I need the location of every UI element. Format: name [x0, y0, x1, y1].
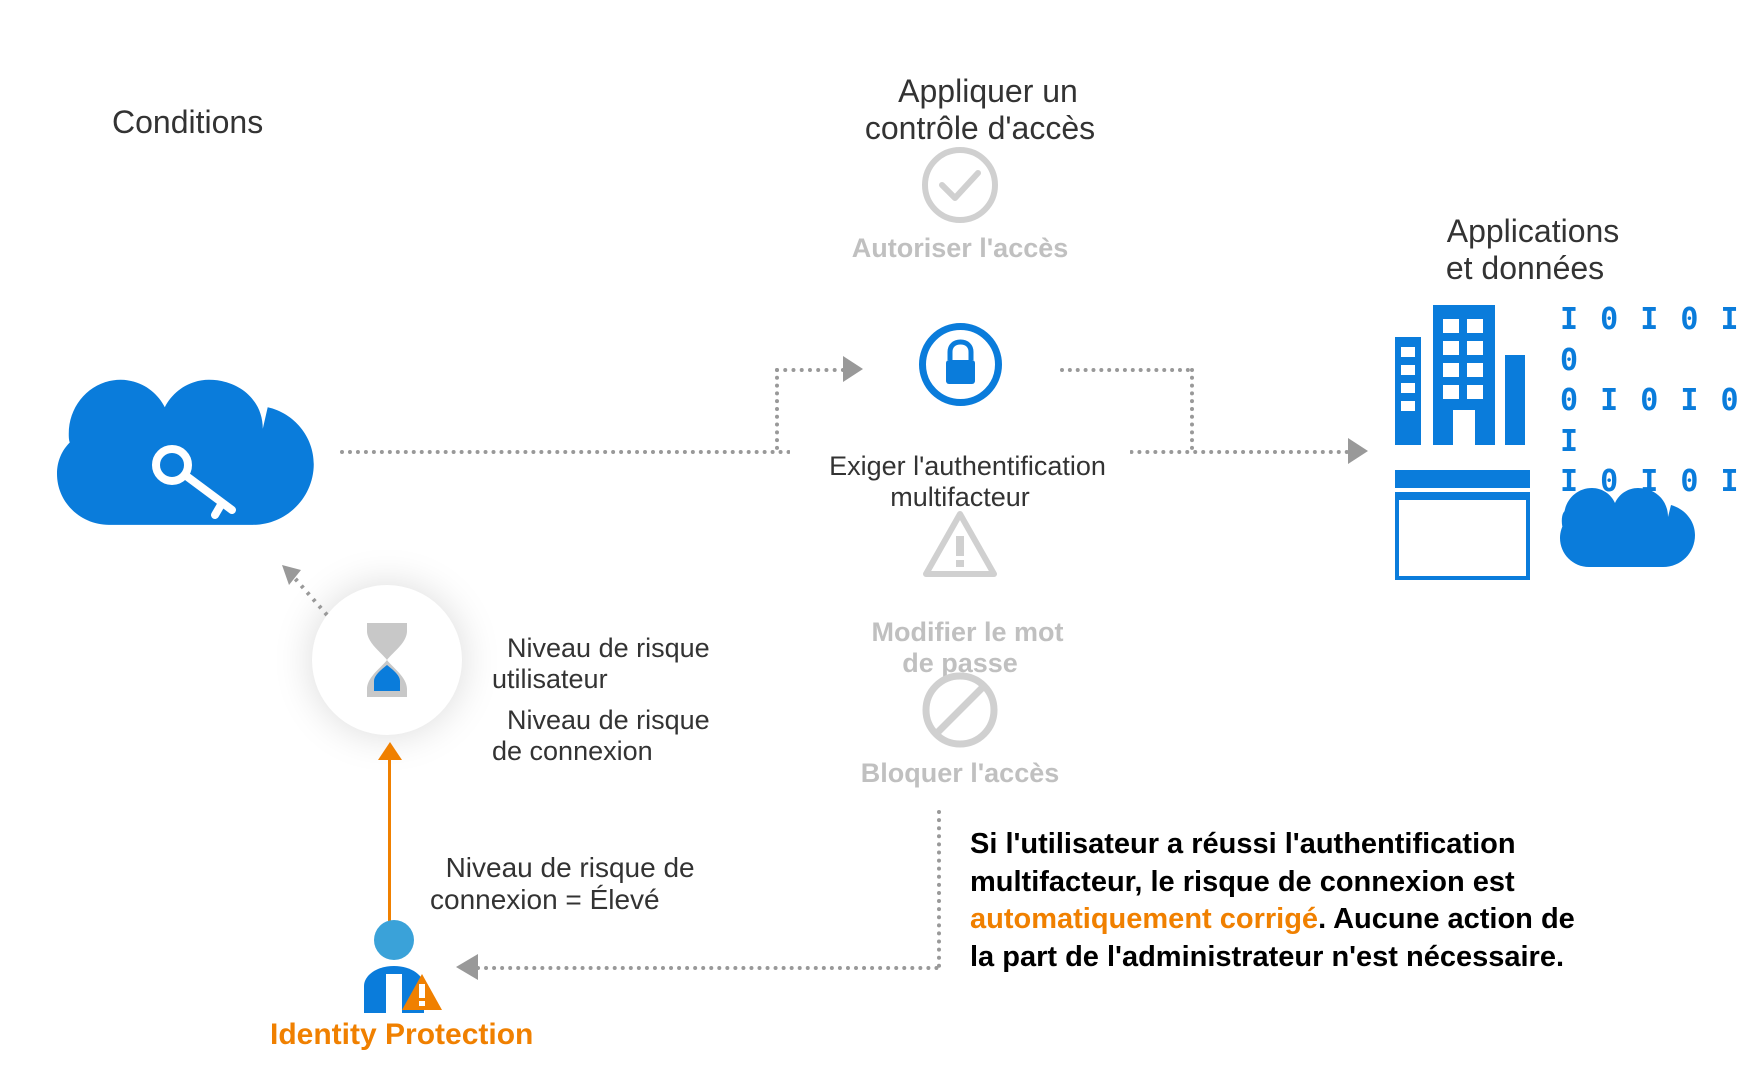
- window-icon: [1395, 470, 1530, 580]
- feedback-v: [937, 810, 941, 968]
- branch-down-right: [1190, 368, 1194, 450]
- change-pw-label: Modifier le mot de passe: [840, 586, 1080, 679]
- mfa-label: Exiger l'authentification multifacteur: [790, 416, 1130, 517]
- arrow-to-apps: [1348, 438, 1368, 464]
- change-pw-icon: [922, 510, 998, 580]
- branch-down-h: [1060, 368, 1190, 372]
- cloud-key-icon: [57, 370, 319, 540]
- mfa-lock-icon: [918, 322, 1003, 407]
- remediation-note: Si l'utilisateur a réussi l'authentifica…: [970, 826, 1590, 977]
- apps-data-heading: Applications et données: [1400, 176, 1650, 287]
- feedback-h: [476, 966, 939, 970]
- orange-arrow: [388, 752, 391, 924]
- branch-up-h: [775, 368, 845, 372]
- signin-risk-high-label: Niveau de risque de connexion = Élevé: [430, 820, 695, 916]
- branch-up-left: [775, 368, 779, 450]
- person-alert-icon: [354, 918, 449, 1013]
- signin-risk-label: Niveau de risque de connexion: [492, 674, 710, 767]
- block-icon: [920, 670, 1000, 750]
- allow-label: Autoriser l'accès: [845, 233, 1075, 264]
- hourglass-icon: [362, 623, 412, 697]
- identity-protection-label: Identity Protection: [270, 1018, 533, 1052]
- access-control-heading: Appliquer un contrôle d'accès: [830, 36, 1130, 147]
- feedback-arrow: [456, 954, 478, 980]
- orange-arrow-head: [378, 742, 402, 760]
- building-icon: [1395, 305, 1525, 445]
- conditions-heading: Conditions: [112, 104, 263, 141]
- block-label: Bloquer l'accès: [845, 758, 1075, 789]
- small-cloud-icon: [1560, 485, 1695, 575]
- allow-check-icon: [920, 145, 1000, 225]
- arrow-to-lock: [843, 356, 863, 382]
- dotted-arrow-to-cloud: [277, 560, 337, 625]
